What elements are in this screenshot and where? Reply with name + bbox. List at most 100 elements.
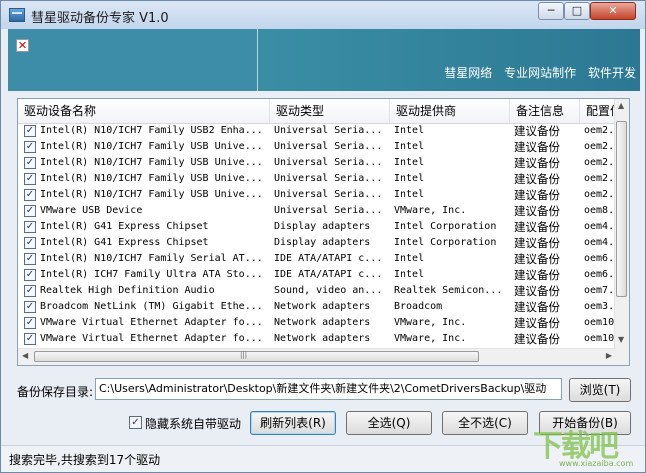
row-checkbox[interactable]: ✓ [24,141,36,153]
maximize-button[interactable]: □ [564,2,590,20]
table-row[interactable]: ✓ Intel(R) N10/ICH7 Family USB Unive... Un… [18,155,616,171]
column-header-note[interactable]: 备注信息 [510,99,580,123]
device-name-cell: Intel(R) N10/ICH7 Family USB Unive... [40,157,263,168]
note-cell: 建议备份 [514,284,560,298]
table-row[interactable]: ✓ Intel(R) N10/ICH7 Family USB Unive... Un… [18,187,616,203]
note-cell: 建议备份 [514,156,560,170]
select-all-button[interactable]: 全选(Q) [346,411,432,435]
table-row[interactable]: ✓ Realtek High Definition Audio Sound, vid… [18,283,616,299]
config-cell: oem10 [584,333,615,344]
config-cell: oem2. [584,141,615,152]
scroll-down-icon[interactable]: ▼ [618,335,624,344]
provider-cell: Intel [394,253,425,264]
note-cell: 建议备份 [514,332,560,346]
driver-type-cell: Universal Seria... [274,141,383,152]
column-header-device-name[interactable]: 驱动设备名称 [18,99,270,123]
list-rows: ✓ Intel(R) N10/ICH7 Family USB2 Enha... Un… [18,123,616,347]
provider-cell: Intel [394,269,425,280]
row-checkbox[interactable]: ✓ [24,333,36,345]
scroll-up-icon[interactable]: ▲ [618,101,624,110]
save-dir-label: 备份保存目录: [17,385,94,399]
row-checkbox[interactable]: ✓ [24,173,36,185]
provider-cell: Intel [394,173,425,184]
save-dir-input[interactable]: C:\Users\Administrator\Desktop\新建文件夹\新建文… [95,378,562,400]
driver-type-cell: Sound, video an... [274,285,383,296]
vertical-scroll-thumb[interactable] [616,121,627,297]
provider-cell: Intel [394,189,425,200]
table-row[interactable]: ✓ Intel(R) N10/ICH7 Family Serial AT... ID… [18,251,616,267]
watermark-url: www.xiazaiba.com [559,459,634,468]
header-banner: ✕ 彗星网络 专业网站制作 软件开发 [8,29,640,91]
config-cell: oem4. [584,237,615,248]
link-software-dev[interactable]: 软件开发 [588,66,636,80]
note-cell: 建议备份 [514,188,560,202]
note-cell: 建议备份 [514,204,560,218]
table-row[interactable]: ✓ Broadcom NetLink (TM) Gigabit Ethe... Ne… [18,299,616,315]
provider-cell: Intel Corporation [394,221,497,232]
table-row[interactable]: ✓ Intel(R) G41 Express Chipset Display ada… [18,219,616,235]
device-name-cell: Intel(R) N10/ICH7 Family USB2 Enha... [40,125,263,136]
row-checkbox[interactable]: ✓ [24,125,36,137]
title-bar[interactable]: 彗星驱动备份专家 V1.0 ─ □ ✕ [1,1,645,29]
scroll-right-icon[interactable]: ▶ [606,351,612,360]
provider-cell: Realtek Semicon... [394,285,503,296]
driver-type-cell: Display adapters [274,221,371,232]
row-checkbox[interactable]: ✓ [24,205,36,217]
table-row[interactable]: ✓ VMware Virtual Ethernet Adapter fo... Ne… [18,331,616,347]
provider-cell: Intel Corporation [394,237,497,248]
note-cell: 建议备份 [514,316,560,330]
config-cell: oem6. [584,269,615,280]
row-checkbox[interactable]: ✓ [24,157,36,169]
driver-type-cell: Display adapters [274,237,371,248]
row-checkbox[interactable]: ✓ [24,221,36,233]
table-row[interactable]: ✓ Intel(R) ICH7 Family Ultra ATA Sto... ID… [18,267,616,283]
refresh-list-button[interactable]: 刷新列表(R) [250,411,336,435]
row-checkbox[interactable]: ✓ [24,253,36,265]
banner-image-area: ✕ [8,29,258,91]
provider-cell: VMware, Inc. [394,317,467,328]
table-row[interactable]: ✓ Intel(R) N10/ICH7 Family USB2 Enha... Un… [18,123,616,139]
row-checkbox[interactable]: ✓ [24,237,36,249]
note-cell: 建议备份 [514,300,560,314]
browse-button[interactable]: 浏览(T) [569,378,631,402]
vertical-scrollbar[interactable]: ▲ ▼ [614,99,629,349]
row-checkbox[interactable]: ✓ [24,189,36,201]
table-row[interactable]: ✓ Intel(R) N10/ICH7 Family USB Unive... Un… [18,171,616,187]
device-name-cell: Realtek High Definition Audio [40,285,215,296]
close-button[interactable]: ✕ [590,2,636,20]
status-text: 搜索完毕,共搜索到17个驱动 [9,453,161,467]
row-checkbox[interactable]: ✓ [24,317,36,329]
driver-type-cell: Universal Seria... [274,125,383,136]
scroll-corner [615,349,629,365]
driver-list[interactable]: 驱动设备名称 驱动类型 驱动提供商 备注信息 配置信 ✓ Intel(R) N10… [17,98,630,366]
provider-cell: Broadcom [394,301,443,312]
link-website-design[interactable]: 专业网站制作 [504,66,576,80]
device-name-cell: Intel(R) ICH7 Family Ultra ATA Sto... [40,269,263,280]
scroll-left-icon[interactable]: ◀ [22,351,28,360]
table-row[interactable]: ✓ Intel(R) N10/ICH7 Family USB Unive... Un… [18,139,616,155]
table-row[interactable]: ✓ Intel(R) G41 Express Chipset Display ada… [18,235,616,251]
row-checkbox[interactable]: ✓ [24,301,36,313]
hide-system-drivers-label[interactable]: 隐藏系统自带驱动 [145,415,241,432]
device-name-cell: Intel(R) N10/ICH7 Family USB Unive... [40,141,263,152]
device-name-cell: Intel(R) N10/ICH7 Family Serial AT... [40,253,263,264]
row-checkbox[interactable]: ✓ [24,269,36,281]
horizontal-scrollbar[interactable]: ◀ ||| ▶ [18,348,616,365]
link-comet-network[interactable]: 彗星网络 [444,66,492,80]
select-none-button[interactable]: 全不选(C) [442,411,528,435]
driver-type-cell: Universal Seria... [274,173,383,184]
config-cell: oem7. [584,285,615,296]
config-cell: oem8. [584,205,615,216]
table-row[interactable]: ✓ VMware Virtual Ethernet Adapter fo... Ne… [18,315,616,331]
note-cell: 建议备份 [514,172,560,186]
hide-system-drivers-checkbox[interactable]: ✓ [129,416,142,429]
driver-type-cell: Universal Seria... [274,189,383,200]
device-name-cell: Intel(R) G41 Express Chipset [40,237,209,248]
config-cell: oem2. [584,173,615,184]
row-checkbox[interactable]: ✓ [24,285,36,297]
minimize-button[interactable]: ─ [538,2,564,20]
column-header-provider[interactable]: 驱动提供商 [390,99,510,123]
column-header-driver-type[interactable]: 驱动类型 [270,99,390,123]
horizontal-scroll-thumb[interactable] [34,351,479,362]
table-row[interactable]: ✓ VMware USB Device Universal Seria... VMwa… [18,203,616,219]
